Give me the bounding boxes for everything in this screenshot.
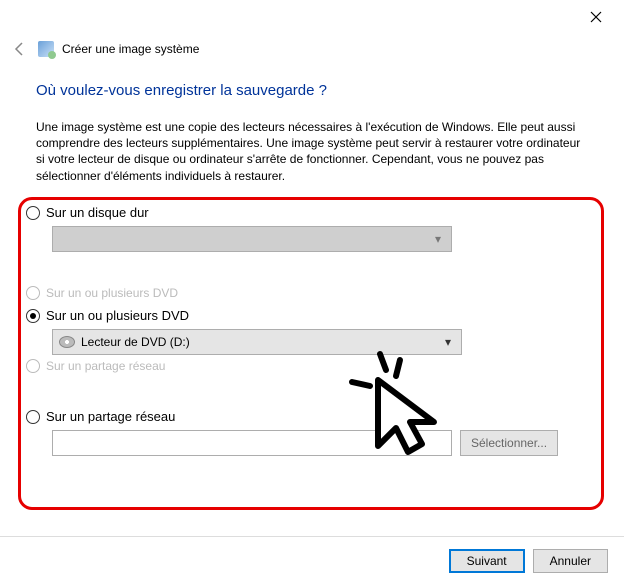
radio-dvd-ghost bbox=[26, 286, 40, 300]
option-network-label: Sur un partage réseau bbox=[46, 409, 175, 424]
dvd-drive-select[interactable]: Lecteur de DVD (D:) ▾ bbox=[52, 329, 462, 355]
browse-button[interactable]: Sélectionner... bbox=[460, 430, 558, 456]
radio-net-ghost bbox=[26, 359, 40, 373]
option-hdd-label: Sur un disque dur bbox=[46, 205, 149, 220]
back-button[interactable] bbox=[10, 39, 30, 59]
option-dvd[interactable]: Sur un ou plusieurs DVD bbox=[26, 308, 596, 323]
page-heading: Où voulez-vous enregistrer la sauvegarde… bbox=[36, 82, 602, 99]
cancel-button[interactable]: Annuler bbox=[533, 549, 608, 573]
window-title: Créer une image système bbox=[62, 42, 199, 56]
radio-hdd[interactable] bbox=[26, 206, 40, 220]
option-hdd[interactable]: Sur un disque dur bbox=[26, 205, 596, 220]
dvd-select-value: Lecteur de DVD (D:) bbox=[81, 335, 190, 349]
radio-network[interactable] bbox=[26, 410, 40, 424]
page-description: Une image système est une copie des lect… bbox=[36, 119, 591, 184]
disc-icon bbox=[59, 336, 75, 348]
close-button[interactable] bbox=[580, 6, 612, 30]
option-network[interactable]: Sur un partage réseau bbox=[26, 409, 596, 424]
chevron-down-icon: ▾ bbox=[429, 232, 447, 246]
wizard-icon bbox=[38, 41, 54, 57]
next-button[interactable]: Suivant bbox=[449, 549, 525, 573]
option-dvd-label: Sur un ou plusieurs DVD bbox=[46, 308, 189, 323]
option-dvd-ghost-label: Sur un ou plusieurs DVD bbox=[46, 286, 178, 300]
option-net-ghost-label: Sur un partage réseau bbox=[46, 359, 165, 373]
network-path-input[interactable] bbox=[52, 430, 452, 456]
chevron-down-icon: ▾ bbox=[439, 335, 457, 349]
radio-dvd[interactable] bbox=[26, 309, 40, 323]
hdd-drive-select[interactable]: ▾ bbox=[52, 226, 452, 252]
